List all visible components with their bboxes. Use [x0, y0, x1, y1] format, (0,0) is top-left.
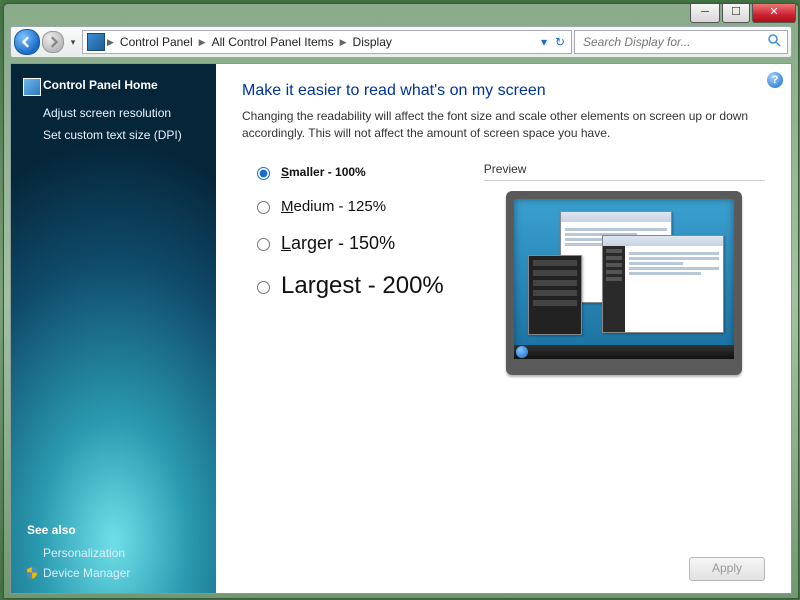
- personalization-link[interactable]: Personalization: [27, 543, 200, 563]
- body: Control Panel Home Adjust screen resolut…: [10, 63, 792, 594]
- display-icon: [87, 33, 105, 51]
- titlebar[interactable]: ─ ☐ ✕: [4, 4, 798, 26]
- apply-button[interactable]: Apply: [689, 557, 765, 581]
- refresh-icon[interactable]: ↻: [553, 35, 567, 49]
- content-pane: ? Make it easier to read what's on my sc…: [216, 64, 791, 593]
- see-also-heading: See also: [27, 523, 200, 543]
- breadcrumb-display[interactable]: Display: [349, 35, 396, 49]
- device-manager-link[interactable]: Device Manager: [27, 563, 200, 583]
- control-panel-home-link[interactable]: Control Panel Home: [11, 78, 216, 102]
- back-button[interactable]: [14, 29, 40, 55]
- radio-larger[interactable]: [257, 238, 270, 251]
- breadcrumb-sep-icon: ▶: [199, 37, 206, 48]
- forward-button[interactable]: [42, 31, 64, 53]
- search-box[interactable]: [574, 30, 788, 54]
- shield-icon: [25, 566, 39, 580]
- recent-pages-dropdown[interactable]: ▾: [66, 37, 80, 48]
- preview-monitor: [506, 191, 742, 375]
- option-larger[interactable]: Larger - 150%: [252, 233, 444, 254]
- breadcrumb-all-items[interactable]: All Control Panel Items: [208, 35, 338, 49]
- breadcrumb-sep-icon: ▶: [107, 37, 114, 48]
- option-largest[interactable]: Largest - 200%: [252, 272, 444, 300]
- option-medium[interactable]: Medium - 125%: [252, 198, 444, 215]
- help-icon[interactable]: ?: [767, 72, 783, 88]
- page-title: Make it easier to read what's on my scre…: [242, 82, 765, 100]
- adjust-resolution-link[interactable]: Adjust screen resolution: [11, 102, 216, 124]
- breadcrumb-control-panel[interactable]: Control Panel: [116, 35, 197, 49]
- preview-label: Preview: [484, 162, 527, 176]
- control-panel-icon: [23, 78, 41, 96]
- minimize-button[interactable]: ─: [690, 4, 720, 23]
- breadcrumb-sep-icon: ▶: [340, 37, 347, 48]
- navigation-bar: ▾ ▶ Control Panel ▶ All Control Panel It…: [10, 26, 792, 58]
- radio-smaller[interactable]: [257, 167, 270, 180]
- address-dropdown-icon[interactable]: ▾: [537, 35, 551, 49]
- sidebar: Control Panel Home Adjust screen resolut…: [11, 64, 216, 593]
- radio-largest[interactable]: [257, 281, 270, 294]
- maximize-button[interactable]: ☐: [722, 4, 750, 23]
- address-bar[interactable]: ▶ Control Panel ▶ All Control Panel Item…: [82, 30, 572, 54]
- close-button[interactable]: ✕: [752, 4, 796, 23]
- search-input[interactable]: [581, 34, 745, 50]
- radio-medium[interactable]: [257, 201, 270, 214]
- scale-options: Smaller - 100% Medium - 125% Larger - 15…: [242, 160, 444, 375]
- control-panel-window: ─ ☐ ✕ ▾ ▶ Control Panel ▶ All Control Pa…: [3, 3, 799, 599]
- set-dpi-link[interactable]: Set custom text size (DPI): [11, 124, 216, 146]
- search-icon[interactable]: [767, 33, 781, 52]
- preview-group: Preview: [484, 160, 765, 375]
- page-description: Changing the readability will affect the…: [242, 108, 765, 142]
- option-smaller[interactable]: Smaller - 100%: [252, 164, 444, 180]
